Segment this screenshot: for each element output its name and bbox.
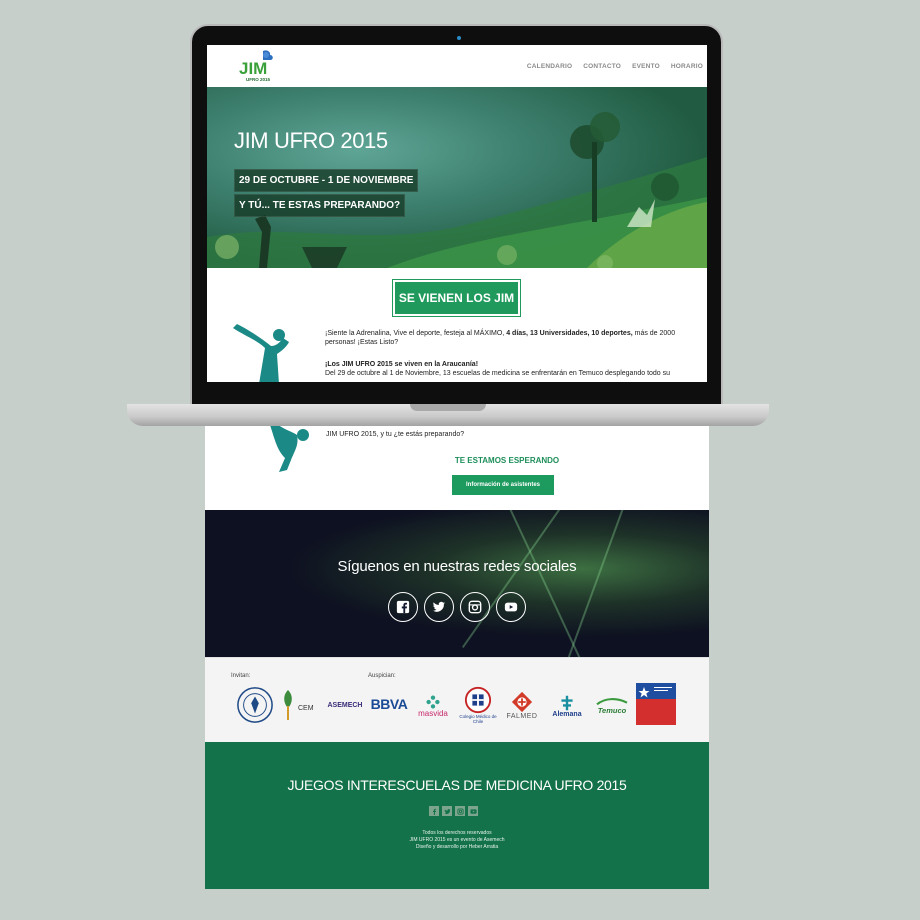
temuco-logo-text: Temuco: [597, 705, 627, 715]
colegio-medico-logo: Colegio Médico de Chile: [458, 680, 498, 730]
instagram-icon[interactable]: [460, 592, 490, 622]
temuco-logo: Temuco: [590, 688, 634, 722]
footer-social-icons: [429, 806, 478, 816]
colegio-medico-text: Colegio Médico de Chile: [459, 714, 497, 724]
hero-title: JIM UFRO 2015: [234, 128, 388, 153]
intro-section: SE VIENEN LOS JIM ¡Siente la Adrenalina,…: [207, 268, 707, 382]
camera-icon: [457, 36, 461, 40]
site-footer: JUEGOS INTERESCUELAS DE MEDICINA UFRO 20…: [205, 742, 709, 889]
cem-logo: CEM: [278, 686, 322, 724]
waiting-heading: TE ESTAMOS ESPERANDO: [454, 456, 560, 465]
asemech-logo-text: ASEMECH: [327, 701, 363, 709]
nav-item-calendario[interactable]: CALENDARIO: [527, 63, 572, 70]
instagram-icon[interactable]: [455, 806, 465, 816]
falmed-logo: FALMED: [502, 682, 542, 728]
sponsor-label: Auspician:: [368, 673, 396, 679]
nav-item-evento[interactable]: EVENTO: [632, 63, 660, 70]
footer-line-design: Diseño y desarrollo por Heber Arratia: [415, 844, 499, 850]
light-beam: [563, 510, 627, 657]
hero-banner: JIM UFRO 2015 29 DE OCTUBRE - 1 DE NOVIE…: [207, 87, 707, 268]
extended-page: JIM UFRO 2015, y tu ¿te estás preparando…: [205, 405, 709, 889]
continuation-text: JIM UFRO 2015, y tu ¿te estás preparando…: [326, 431, 465, 438]
volleyball-player-illustration: [233, 324, 289, 382]
masvida-logo: masvida: [412, 686, 454, 726]
twitter-icon[interactable]: [442, 806, 452, 816]
laptop-notch: [410, 404, 486, 411]
youtube-icon[interactable]: [496, 592, 526, 622]
laptop-base: [127, 404, 769, 426]
falmed-logo-text: FALMED: [506, 712, 538, 720]
facebook-icon[interactable]: [388, 592, 418, 622]
attendee-info-button[interactable]: Información de asistentes: [452, 475, 554, 495]
hero-dates: 29 DE OCTUBRE - 1 DE NOVIEMBRE: [234, 169, 419, 192]
bbva-logo-text: BBVA: [370, 696, 408, 712]
social-section: Síguenos en nuestras redes sociales: [205, 510, 709, 657]
cem-logo-text: CEM: [298, 705, 314, 712]
sponsors-section: Invitan: Auspician: CEM ASEMECH BBVA mas…: [205, 657, 709, 742]
social-heading: Síguenos en nuestras redes sociales: [337, 558, 577, 575]
nav-item-contacto[interactable]: CONTACTO: [583, 63, 621, 70]
asemech-logo: ASEMECH: [325, 690, 365, 720]
invite-label: Invitan:: [231, 673, 251, 679]
social-icons: [388, 592, 526, 622]
logo-text: JIM: [239, 59, 267, 78]
intro-body: Del 29 de octubre al 1 de Noviembre, 13 …: [325, 370, 671, 378]
masvida-logo-text: masvida: [418, 708, 448, 718]
footer-line-event: JIM UFRO 2015 es un evento de Asemech: [409, 837, 505, 843]
intro-paragraph-2: ¡Los JIM UFRO 2015 se viven en la Arauca…: [325, 360, 681, 379]
top-navigation: JIM UFRO 2015 CALENDARIO CONTACTO EVENTO…: [207, 45, 707, 87]
youtube-icon[interactable]: [468, 806, 478, 816]
nav-menu: CALENDARIO CONTACTO EVENTO HORARIO: [527, 63, 703, 70]
soccer-player-illustration: [270, 424, 309, 472]
laptop-screen: JIM UFRO 2015 CALENDARIO CONTACTO EVENTO…: [207, 45, 707, 382]
footer-title: JUEGOS INTERESCUELAS DE MEDICINA UFRO 20…: [287, 777, 627, 793]
cta-button[interactable]: SE VIENEN LOS JIM: [392, 279, 521, 317]
ministerio-deporte-logo: [635, 683, 677, 725]
facebook-icon[interactable]: [429, 806, 439, 816]
intro-subheading: ¡Los JIM UFRO 2015 se viven en la Arauca…: [325, 361, 479, 368]
intro-text-highlight: 4 días, 13 Universidades, 10 deportes,: [506, 330, 633, 337]
bbva-logo: BBVA: [368, 691, 410, 717]
intro-text-start: ¡Siente la Adrenalina, Vive el deporte, …: [325, 330, 505, 337]
intro-text-line2: personas! ¡Estas Listo?: [325, 339, 399, 347]
footer-credits: Todos los derechos reservados JIM UFRO 2…: [205, 830, 709, 851]
intro-text-end: más de 2000: [634, 330, 676, 337]
twitter-icon[interactable]: [424, 592, 454, 622]
alemana-logo: Alemana: [545, 686, 589, 726]
school-seal-logo: [235, 685, 275, 725]
hero-tagline: Y TÚ... TE ESTAS PREPARANDO?: [234, 194, 406, 217]
nav-item-horario[interactable]: HORARIO: [671, 63, 703, 70]
footer-line-rights: Todos los derechos reservados: [422, 830, 492, 836]
alemana-logo-text: Alemana: [552, 710, 582, 718]
jim-logo[interactable]: JIM UFRO 2015: [237, 49, 277, 83]
intro-paragraph-1: ¡Siente la Adrenalina, Vive el deporte, …: [325, 329, 681, 348]
logo-subtitle: UFRO 2015: [246, 77, 271, 82]
light-beam: [461, 510, 567, 649]
